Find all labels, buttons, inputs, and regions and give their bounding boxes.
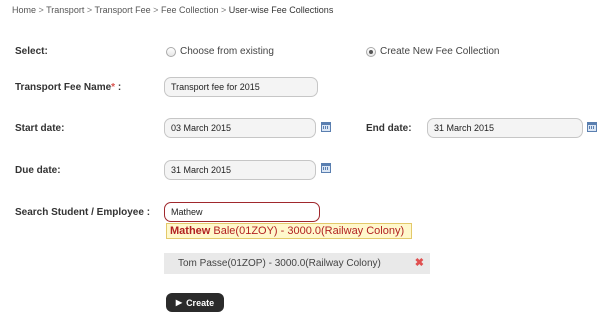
- radio-choose-existing-label: Choose from existing: [180, 46, 274, 57]
- suggestion-match: Mathew: [170, 225, 211, 237]
- breadcrumb-fee-collection[interactable]: Fee Collection: [161, 5, 219, 15]
- due-date-label: Due date:: [15, 165, 61, 176]
- start-date-label: Start date:: [15, 123, 65, 134]
- end-date-label: End date:: [366, 123, 412, 134]
- radio-button-unchecked[interactable]: [166, 46, 176, 57]
- play-triangle-icon: ▶: [175, 298, 183, 307]
- autocomplete-suggestion[interactable]: Mathew Bale(01ZOY) - 3000.0(Railway Colo…: [166, 223, 412, 239]
- breadcrumb: Home > Transport > Transport Fee > Fee C…: [12, 5, 334, 15]
- required-asterisk: *: [111, 82, 116, 93]
- suggestion-rest: Bale(01ZOY) - 3000.0(Railway Colony): [210, 225, 405, 237]
- calendar-icon[interactable]: [321, 163, 331, 173]
- radio-button-checked[interactable]: [366, 46, 376, 57]
- start-date-input[interactable]: 03 March 2015: [164, 118, 316, 138]
- breadcrumb-home[interactable]: Home: [12, 5, 36, 15]
- selected-recipient-label: Tom Passe(01ZOP) - 3000.0(Railway Colony…: [178, 258, 381, 269]
- breadcrumb-current: User-wise Fee Collections: [228, 5, 334, 15]
- search-input[interactable]: Mathew: [164, 202, 320, 222]
- search-label: Search Student / Employee :: [15, 207, 151, 218]
- calendar-icon[interactable]: [587, 122, 597, 132]
- close-x-icon[interactable]: ✖: [415, 253, 424, 274]
- select-label: Select:: [15, 46, 48, 57]
- radio-create-new-label: Create New Fee Collection: [380, 46, 500, 57]
- create-button-label: Create: [186, 297, 215, 308]
- breadcrumb-transport-fee[interactable]: Transport Fee: [94, 5, 150, 15]
- selected-recipient-item: Tom Passe(01ZOP) - 3000.0(Railway Colony…: [164, 253, 430, 274]
- calendar-icon[interactable]: [321, 122, 331, 132]
- radio-choose-existing[interactable]: Choose from existing: [166, 46, 274, 57]
- create-button[interactable]: ▶ Create: [166, 293, 224, 312]
- fee-name-input[interactable]: Transport fee for 2015: [164, 77, 318, 97]
- breadcrumb-transport[interactable]: Transport: [46, 5, 84, 15]
- radio-create-new[interactable]: Create New Fee Collection: [366, 46, 500, 57]
- fee-name-label: Transport Fee Name* :: [15, 82, 122, 93]
- end-date-input[interactable]: 31 March 2015: [427, 118, 583, 138]
- due-date-input[interactable]: 31 March 2015: [164, 160, 316, 180]
